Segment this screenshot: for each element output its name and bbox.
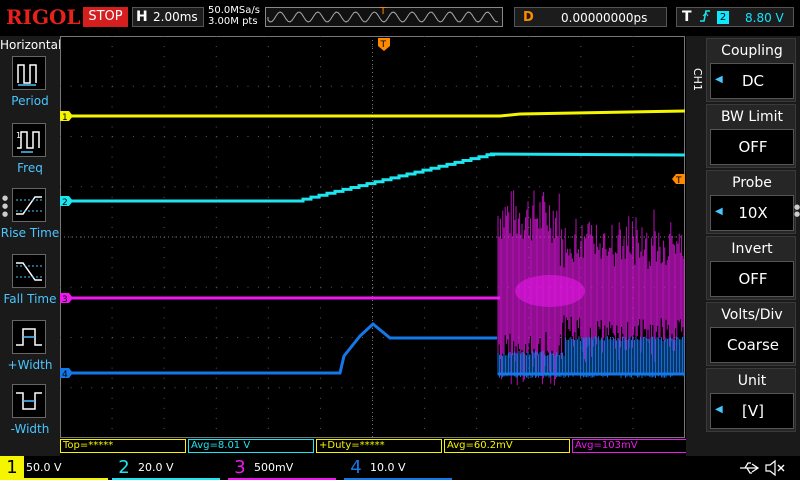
top-status-bar: RIGOL STOP H 2.00ms 50.0MSa/s 3.00M pts … [0,0,800,36]
menu-value: 10X [738,204,768,222]
menu-value: Coarse [726,336,780,354]
run-stop-indicator[interactable]: STOP [83,7,128,27]
measurement-bar: Top=***** Avg=8.01 V +Duty=***** Avg=60.… [60,438,700,454]
channel-number: 4 [350,457,362,478]
menu-value-box: ◀ [V] [710,393,794,429]
menu-value: OFF [738,138,768,156]
memory-position-bar[interactable]: T [265,6,503,27]
menu-value-box: Coarse [710,327,794,363]
channel-marker-label: 1 [62,113,68,123]
probe-menu-item[interactable]: Probe ◀ 10X [706,170,796,234]
channel-menu: CH1 Coupling ◀ DC BW Limit OFF Probe ◀ 1… [686,36,800,456]
measure-positive-width-item[interactable]: +Width [0,320,60,384]
menu-label: Fall Time [3,292,57,306]
trigger-position-marker: T [380,6,387,17]
trigger-box[interactable]: T 2 8.80 V [676,7,794,27]
trigger-level-marker-label: T [675,176,682,186]
menu-label: +Width [7,358,53,372]
menu-label: Freq [17,161,43,175]
channel-1-trace [60,109,685,118]
menu-value: DC [741,72,765,90]
invert-menu-item[interactable]: Invert OFF [706,236,796,300]
measure-fall-time-item[interactable]: Fall Time [0,254,60,318]
menu-title: Unit [737,373,767,389]
channel-status-bar: 1 50.0 V 2 20.0 V 3 500mV 4 10.0 V [0,456,800,480]
channel-scale: 50.0 V [26,461,62,474]
menu-value-box: ◀ 10X [710,195,794,231]
volts-div-menu-item[interactable]: Volts/Div Coarse [706,302,796,366]
measurement-item[interactable]: Top=***** [60,439,186,453]
horizontal-measure-menu: Horizontal Period 1 Freq ● ● ● Rise Time F… [0,36,62,456]
channel-4-trace [60,322,497,375]
channel-marker-label: 3 [62,295,68,305]
channel-4-status[interactable]: 4 10.0 V [344,456,452,480]
menu-title: Volts/Div [721,307,783,323]
timebase-value: 2.00ms [153,10,198,24]
menu-value-box: ◀ DC [710,63,794,99]
measure-rise-time-item[interactable]: Rise Time [0,188,60,252]
channel-marker-label: 4 [62,370,68,380]
channel-scale: 20.0 V [138,461,174,474]
menu-title: Probe [732,175,772,191]
waveform-canvas: 1 2 3 4 T T [60,36,685,438]
period-icon [12,56,46,90]
sample-rate: 50.0MSa/s [208,5,260,16]
frequency-icon: 1 [12,123,46,157]
delay-box[interactable]: D 0.00000000ps [514,7,667,27]
memory-depth: 3.00M pts [208,16,258,27]
menu-title: Horizontal [0,38,62,52]
rigol-logo: RIGOL [6,5,81,29]
svg-text:1: 1 [16,131,21,140]
channel-3-burst-core [515,275,585,307]
menu-label: Rise Time [0,226,60,240]
menu-label: Period [11,94,49,108]
coupling-menu-item[interactable]: Coupling ◀ DC [706,38,796,102]
channel-number: 3 [234,457,246,478]
menu-value-box: OFF [710,129,794,165]
page-indicator-dots: ● ● [794,203,800,218]
channel-1-status[interactable]: 1 50.0 V [0,456,108,480]
channel-tag: CH1 [691,68,704,91]
sample-info: 50.0MSa/s 3.00M pts [208,5,260,27]
measurement-item[interactable]: +Duty=***** [316,439,442,453]
menu-value: OFF [738,270,768,288]
measurement-item[interactable]: Avg=103mV [572,439,698,453]
channel-number: 2 [118,457,130,478]
menu-title: Invert [731,241,773,257]
delay-label: D [523,10,534,25]
bw-limit-menu-item[interactable]: BW Limit OFF [706,104,796,168]
measurement-item[interactable]: Avg=60.2mV [444,439,570,453]
positive-width-icon [12,320,46,354]
negative-width-icon [12,384,46,418]
measure-negative-width-item[interactable]: -Width [0,384,60,448]
channel-scale: 10.0 V [370,461,406,474]
menu-value-box: OFF [710,261,794,297]
channel-3-status[interactable]: 3 500mV [228,456,336,480]
unit-menu-item[interactable]: Unit ◀ [V] [706,368,796,432]
measure-period-item[interactable]: Period [0,56,60,120]
menu-title: Coupling [721,43,783,59]
menu-title: BW Limit [720,109,784,125]
rise-time-icon [12,188,46,222]
timebase-box[interactable]: H 2.00ms [132,7,204,27]
rising-edge-icon [699,9,711,27]
trigger-level: 8.80 V [745,11,784,25]
delay-value: 0.00000000ps [561,11,648,25]
horizontal-label: H [136,9,148,25]
menu-value: [V] [742,402,764,420]
usb-icon [738,460,760,480]
trigger-label: T [682,9,692,25]
channel-scale: 500mV [254,461,294,474]
channel-number: 1 [0,456,24,480]
channel-2-status[interactable]: 2 20.0 V [112,456,220,480]
trigger-time-marker-label: T [380,40,387,50]
menu-label: -Width [10,422,50,436]
channel-marker-label: 2 [62,198,68,208]
measure-freq-item[interactable]: 1 Freq [0,123,60,187]
trigger-source: 2 [717,11,729,24]
fall-time-icon [12,254,46,288]
waveform-display[interactable]: 1 2 3 4 T T [60,36,685,438]
measurement-item[interactable]: Avg=8.01 V [188,439,314,453]
speaker-mute-icon[interactable] [764,459,786,480]
